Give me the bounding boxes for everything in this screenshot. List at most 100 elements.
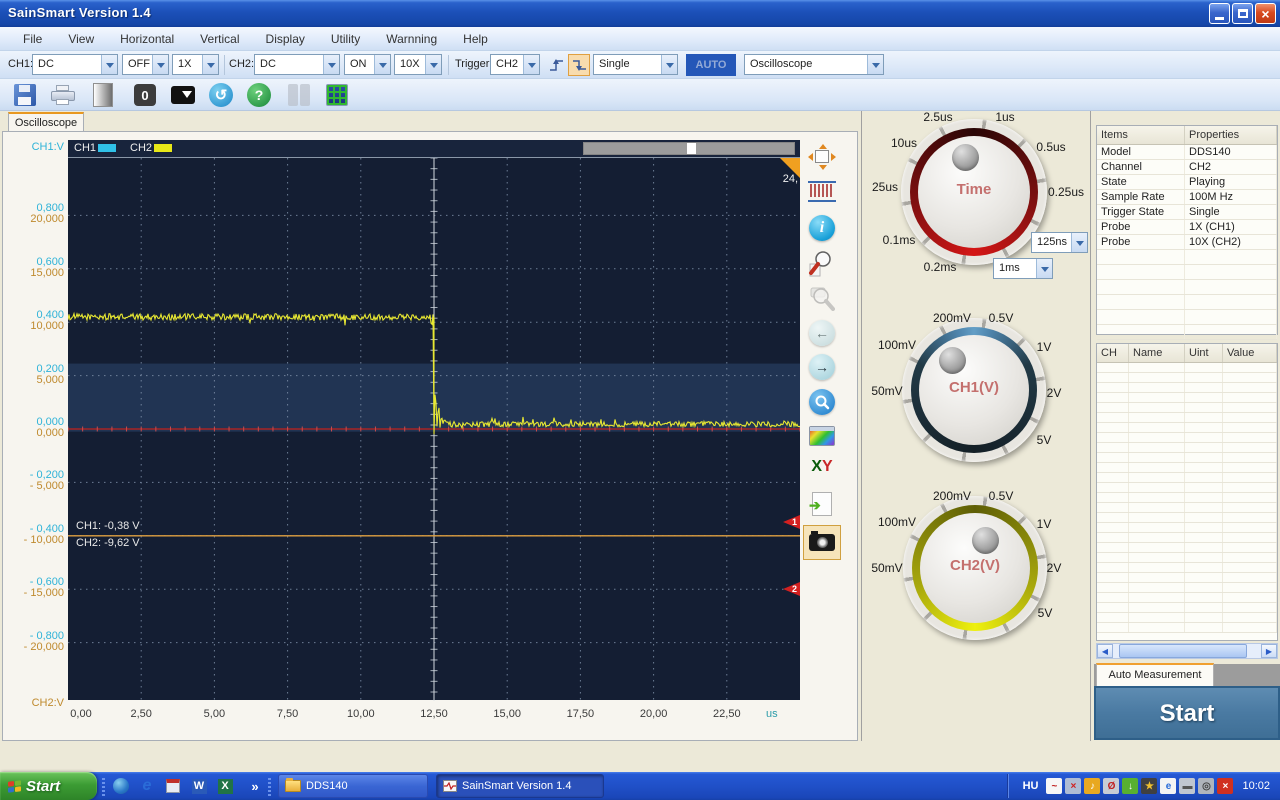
chevron-down-icon[interactable] [101, 55, 117, 74]
chevron-down-icon[interactable] [867, 55, 883, 74]
hardware-tray-icon[interactable]: ◎ [1198, 778, 1215, 794]
measurement-scrollbar[interactable]: ◀ ▶ [1096, 643, 1278, 659]
browser-e-icon[interactable]: e [138, 777, 156, 795]
network-offline-tray-icon[interactable]: × [1065, 778, 1082, 794]
ch1-display-select[interactable]: OFF [122, 54, 169, 75]
trigger-mode-select[interactable]: Single [593, 54, 678, 75]
refresh-button[interactable]: ↺ [208, 82, 234, 108]
forward-button[interactable]: → [802, 354, 842, 380]
volume-tray-icon[interactable]: ♪ [1084, 778, 1101, 794]
close-button[interactable]: × [1255, 3, 1276, 24]
menu-view[interactable]: View [55, 29, 107, 49]
menu-vertical[interactable]: Vertical [187, 29, 252, 49]
menu-utility[interactable]: Utility [318, 29, 373, 49]
ch2-probe-select[interactable]: 10X [394, 54, 442, 75]
snapshot-button[interactable] [803, 525, 841, 560]
auto-button[interactable]: AUTO [686, 54, 736, 76]
search-button[interactable] [802, 389, 842, 415]
overflow-chevron[interactable]: » [246, 777, 264, 795]
minimize-button[interactable] [1209, 3, 1230, 24]
export-button[interactable] [802, 492, 842, 516]
floppy-quick-icon[interactable] [164, 777, 182, 795]
language-indicator[interactable]: HU [1015, 777, 1047, 795]
chevron-down-icon[interactable] [523, 55, 539, 74]
chevron-down-icon[interactable] [374, 55, 390, 74]
background-button[interactable] [90, 82, 116, 108]
measurement-row [1097, 453, 1277, 463]
maximize-button[interactable] [1232, 3, 1253, 24]
excel-icon[interactable]: X [216, 777, 234, 795]
chevron-down-icon[interactable] [661, 55, 677, 74]
columns-button[interactable] [286, 82, 312, 108]
blocked-tray-icon[interactable]: Ø [1103, 778, 1120, 794]
grid-button[interactable] [324, 82, 350, 108]
waveform-plot[interactable]: 24, 1 2 CH1: -0,38 V CH2: -9,62 V [67, 157, 801, 701]
tab-auto-measurement[interactable]: Auto Measurement [1096, 663, 1214, 686]
x-letter: X [811, 458, 822, 475]
zoom-in-button[interactable] [802, 250, 842, 278]
ch1-coupling-select[interactable]: DC [32, 54, 118, 75]
trigger-source-select[interactable]: CH2 [490, 54, 540, 75]
back-button[interactable]: ← [802, 320, 842, 346]
ch1-dial-value: 0.5V [988, 311, 1014, 325]
task-button-dds140[interactable]: DDS140 [278, 774, 428, 798]
horizontal-position-scrollbar[interactable] [583, 142, 795, 155]
timebase-fine-select[interactable]: 125ns [1031, 232, 1088, 253]
start-menu-button[interactable]: Start [0, 772, 97, 800]
menu-warnning[interactable]: Warnning [373, 29, 450, 49]
task-button-sainsmart[interactable]: SainSmart Version 1.4 [436, 774, 604, 798]
help-button[interactable]: ? [246, 82, 272, 108]
start-button[interactable]: Start [1094, 686, 1280, 740]
record-button[interactable] [170, 82, 196, 108]
display-tray-icon[interactable]: ▬ [1179, 778, 1196, 794]
xy-mode-button[interactable]: XY [802, 458, 842, 476]
chevron-down-icon[interactable] [1036, 259, 1052, 278]
internet-icon[interactable] [112, 777, 130, 795]
security-tray-icon[interactable]: × [1217, 778, 1234, 794]
properties-row [1097, 265, 1277, 280]
time-knob[interactable]: Time [901, 119, 1047, 265]
scope-tray-icon[interactable]: ~ [1046, 778, 1063, 794]
trigger-rising-edge-button[interactable] [545, 54, 567, 76]
sampling-comb-button[interactable] [802, 180, 842, 205]
chevron-down-icon[interactable] [152, 55, 168, 74]
ch1-volts-knob[interactable]: CH1(V) [902, 318, 1046, 462]
chevron-down-icon[interactable] [323, 55, 339, 74]
measurement-row [1097, 463, 1277, 473]
device-mode-select[interactable]: Oscilloscope [744, 54, 884, 75]
counter-button[interactable]: 0 [132, 82, 158, 108]
menu-display[interactable]: Display [253, 29, 318, 49]
x-axis-tick: 5,00 [203, 708, 226, 720]
save-button[interactable] [12, 82, 38, 108]
menu-help[interactable]: Help [450, 29, 501, 49]
scroll-right-icon[interactable]: ▶ [1261, 644, 1277, 658]
ch1-knob-label: CH1(V) [948, 379, 999, 396]
timebase-coarse-select[interactable]: 1ms [993, 258, 1053, 279]
word-icon[interactable]: W [190, 777, 208, 795]
ch1-probe-select[interactable]: 1X [172, 54, 219, 75]
ch2-display-select[interactable]: ON [344, 54, 391, 75]
scrollbar-track[interactable] [1113, 644, 1261, 658]
chevron-down-icon[interactable] [425, 55, 441, 74]
ch2-volts-knob[interactable]: CH2(V) [903, 496, 1047, 640]
menu-file[interactable]: File [10, 29, 55, 49]
measurement-row [1097, 533, 1277, 543]
update-tray-icon[interactable]: ↓ [1122, 778, 1139, 794]
tab-oscilloscope[interactable]: Oscilloscope [8, 112, 84, 132]
zoom-out-button[interactable] [802, 285, 842, 313]
palette-button[interactable] [802, 426, 842, 446]
scrollbar-thumb[interactable] [1119, 644, 1247, 658]
fit-screen-button[interactable] [802, 144, 842, 170]
chevron-down-icon[interactable] [202, 55, 218, 74]
menu-horizontal[interactable]: Horizontal [107, 29, 187, 49]
scroll-left-icon[interactable]: ◀ [1097, 644, 1113, 658]
clock[interactable]: 10:02 [1242, 780, 1270, 792]
scrollbar-thumb[interactable] [687, 143, 696, 154]
trigger-falling-edge-button[interactable] [568, 54, 590, 76]
chevron-down-icon[interactable] [1071, 233, 1087, 252]
ch2-coupling-select[interactable]: DC [254, 54, 340, 75]
info-button[interactable]: i [802, 215, 842, 241]
ie-doc-tray-icon[interactable]: e [1160, 778, 1177, 794]
print-button[interactable] [50, 82, 76, 108]
program-tray-icon[interactable]: ★ [1141, 778, 1158, 794]
